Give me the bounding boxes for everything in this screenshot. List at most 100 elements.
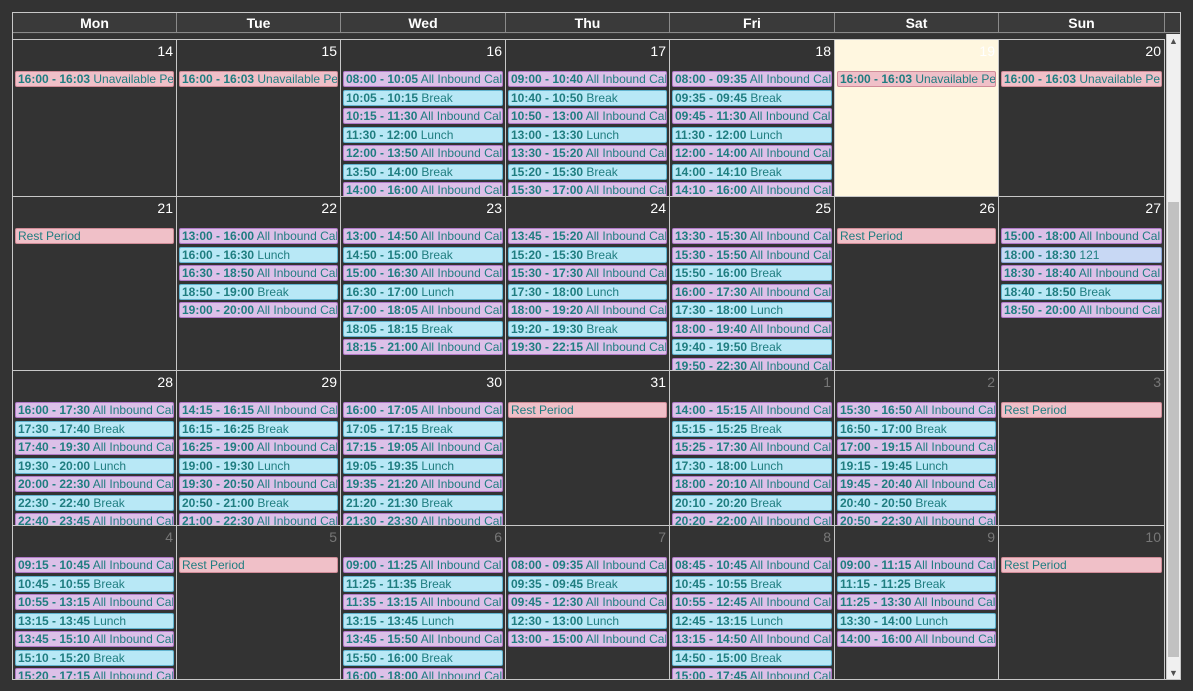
event-item[interactable]: 19:40 - 19:50 Break	[672, 339, 832, 355]
event-item[interactable]: 19:45 - 20:40 All Inbound Calls	[837, 476, 996, 492]
event-item[interactable]: 13:45 - 15:10 All Inbound Calls	[15, 631, 174, 647]
day-number[interactable]: 1	[823, 374, 831, 390]
event-item[interactable]: 18:00 - 20:10 All Inbound Calls	[672, 476, 832, 492]
day-number[interactable]: 8	[823, 529, 831, 545]
event-item[interactable]: 15:15 - 15:25 Break	[672, 420, 832, 437]
day-number[interactable]: 3	[1153, 374, 1161, 390]
event-item[interactable]: 21:00 - 22:30 All Inbound Calls	[179, 513, 338, 525]
event-item[interactable]: 14:15 - 16:15 All Inbound Calls	[179, 402, 338, 418]
event-item[interactable]: 15:20 - 15:30 Break	[508, 163, 667, 180]
vertical-scrollbar[interactable]: ▲ ▼	[1166, 34, 1180, 679]
day-cell[interactable]: 23 13:00 - 14:50 All Inbound Calls 14:50 -…	[341, 197, 506, 371]
event-item[interactable]: 14:00 - 15:15 All Inbound Calls	[672, 402, 832, 418]
day-number[interactable]: 17	[650, 43, 666, 59]
day-number[interactable]: 27	[1145, 200, 1161, 216]
event-item[interactable]: 19:05 - 19:35 Lunch	[343, 457, 503, 474]
event-item[interactable]: 09:45 - 12:30 All Inbound Calls	[508, 594, 667, 610]
day-cell[interactable]: 24 13:45 - 15:20 All Inbound Calls 15:20 -…	[506, 197, 670, 371]
event-item[interactable]: Rest Period	[179, 557, 338, 573]
event-item[interactable]: 13:30 - 15:30 All Inbound Calls	[672, 228, 832, 244]
day-number[interactable]: 28	[157, 374, 173, 390]
event-item[interactable]: 09:00 - 10:40 All Inbound Calls	[508, 71, 667, 87]
day-number[interactable]: 2	[987, 374, 995, 390]
event-item[interactable]: 19:50 - 22:30 All Inbound Calls	[672, 357, 832, 370]
event-item[interactable]: 17:40 - 19:30 All Inbound Calls	[15, 439, 174, 455]
event-item[interactable]: 13:50 - 14:00 Break	[343, 163, 503, 180]
event-item[interactable]: 15:00 - 17:45 All Inbound Calls	[672, 668, 832, 679]
event-item[interactable]: 15:25 - 17:30 All Inbound Calls	[672, 439, 832, 455]
event-item[interactable]: 20:20 - 22:00 All Inbound Calls	[672, 513, 832, 525]
day-number[interactable]: 19	[979, 43, 995, 59]
day-cell[interactable]: 17 09:00 - 10:40 All Inbound Calls 10:40 -…	[506, 40, 670, 197]
event-item[interactable]: 18:00 - 19:40 All Inbound Calls	[672, 320, 832, 337]
event-item[interactable]: 11:25 - 13:30 All Inbound Calls	[837, 594, 996, 610]
event-item[interactable]: Rest Period	[1001, 557, 1162, 573]
event-item[interactable]: 19:00 - 19:30 Lunch	[179, 457, 338, 474]
day-number[interactable]: 9	[987, 529, 995, 545]
event-item[interactable]: 13:00 - 16:00 All Inbound Calls	[179, 228, 338, 244]
event-item[interactable]: 16:30 - 17:00 Lunch	[343, 283, 503, 300]
event-item[interactable]: 14:10 - 16:00 All Inbound Calls	[672, 182, 832, 196]
event-item[interactable]: 13:00 - 13:30 Lunch	[508, 126, 667, 143]
event-item[interactable]: 20:50 - 21:00 Break	[179, 494, 338, 511]
event-item[interactable]: 16:30 - 18:50 All Inbound Calls	[179, 265, 338, 281]
event-item[interactable]: 16:00 - 17:30 All Inbound Calls	[672, 283, 832, 300]
day-cell[interactable]: 10 Rest Period	[999, 526, 1165, 679]
event-item[interactable]: 10:40 - 10:50 Break	[508, 89, 667, 106]
event-item[interactable]: 11:30 - 12:00 Lunch	[672, 126, 832, 143]
event-item[interactable]: 16:00 - 16:30 Lunch	[179, 246, 338, 263]
day-cell[interactable]: 15 16:00 - 16:03 Unavailable Period	[177, 40, 341, 197]
event-item[interactable]: 16:00 - 16:03 Unavailable Period	[15, 71, 174, 87]
event-item[interactable]: 10:55 - 13:15 All Inbound Calls	[15, 594, 174, 610]
event-item[interactable]: 19:30 - 20:50 All Inbound Calls	[179, 476, 338, 492]
day-number[interactable]: 5	[329, 529, 337, 545]
event-item[interactable]: 20:50 - 22:30 All Inbound Calls	[837, 513, 996, 525]
event-item[interactable]: 22:40 - 23:45 All Inbound Calls	[15, 513, 174, 525]
day-cell[interactable]: 2 15:30 - 16:50 All Inbound Calls 16:50 - …	[835, 371, 999, 526]
day-cell[interactable]: 30 16:00 - 17:05 All Inbound Calls 17:05 -…	[341, 371, 506, 526]
event-item[interactable]: Rest Period	[837, 228, 996, 244]
event-item[interactable]: 15:30 - 17:30 All Inbound Calls	[508, 265, 667, 281]
day-number[interactable]: 24	[650, 200, 666, 216]
day-cell[interactable]: 7 08:00 - 09:35 All Inbound Calls 09:35 - …	[506, 526, 670, 679]
event-item[interactable]: 21:30 - 23:30 All Inbound Calls	[343, 513, 503, 525]
event-item[interactable]: 15:50 - 16:00 Break	[343, 649, 503, 666]
event-item[interactable]: 16:25 - 19:00 All Inbound Calls	[179, 439, 338, 455]
event-item[interactable]: 20:40 - 20:50 Break	[837, 494, 996, 511]
day-number[interactable]: 7	[658, 529, 666, 545]
event-item[interactable]: 15:00 - 18:00 All Inbound Calls	[1001, 228, 1162, 244]
event-item[interactable]: 08:00 - 09:35 All Inbound Calls	[508, 557, 667, 573]
event-item[interactable]: 17:00 - 18:05 All Inbound Calls	[343, 302, 503, 318]
event-item[interactable]: 15:30 - 17:00 All Inbound Calls	[508, 182, 667, 196]
day-cell[interactable]: 29 14:15 - 16:15 All Inbound Calls 16:15 -…	[177, 371, 341, 526]
day-number[interactable]: 10	[1145, 529, 1161, 545]
day-number[interactable]: 14	[157, 43, 173, 59]
event-item[interactable]: 10:45 - 10:55 Break	[672, 575, 832, 592]
day-number[interactable]: 21	[157, 200, 173, 216]
event-item[interactable]: 12:45 - 13:15 Lunch	[672, 612, 832, 629]
event-item[interactable]: 13:15 - 13:45 Lunch	[343, 612, 503, 629]
event-item[interactable]: 18:05 - 18:15 Break	[343, 320, 503, 337]
day-number[interactable]: 30	[486, 374, 502, 390]
day-number[interactable]: 20	[1145, 43, 1161, 59]
day-cell[interactable]: 8 08:45 - 10:45 All Inbound Calls 10:45 - …	[670, 526, 835, 679]
event-item[interactable]: 21:20 - 21:30 Break	[343, 494, 503, 511]
event-item[interactable]: 16:00 - 16:03 Unavailable Period	[837, 71, 996, 87]
event-item[interactable]: Rest Period	[15, 228, 174, 244]
day-cell[interactable]: 20 16:00 - 16:03 Unavailable Period	[999, 40, 1165, 197]
event-item[interactable]: 19:20 - 19:30 Break	[508, 320, 667, 337]
chevron-up-icon[interactable]: ▲	[1167, 34, 1180, 48]
event-item[interactable]: 13:15 - 13:45 Lunch	[15, 612, 174, 629]
event-item[interactable]: 15:00 - 16:30 All Inbound Calls	[343, 265, 503, 281]
event-item[interactable]: 15:30 - 15:50 All Inbound Calls	[672, 246, 832, 263]
event-item[interactable]: 16:00 - 16:03 Unavailable Period	[179, 71, 338, 87]
event-item[interactable]: 15:50 - 16:00 Break	[672, 265, 832, 281]
chevron-down-icon[interactable]: ▼	[1167, 666, 1180, 679]
event-item[interactable]: 08:00 - 10:05 All Inbound Calls	[343, 71, 503, 87]
event-item[interactable]: 11:15 - 11:25 Break	[837, 575, 996, 592]
day-cell[interactable]: 1 14:00 - 15:15 All Inbound Calls 15:15 - …	[670, 371, 835, 526]
event-item[interactable]: 16:00 - 17:30 All Inbound Calls	[15, 402, 174, 418]
event-item[interactable]: 10:15 - 11:30 All Inbound Calls	[343, 108, 503, 124]
event-item[interactable]: 15:10 - 15:20 Break	[15, 649, 174, 666]
event-item[interactable]: 18:50 - 19:00 Break	[179, 283, 338, 300]
